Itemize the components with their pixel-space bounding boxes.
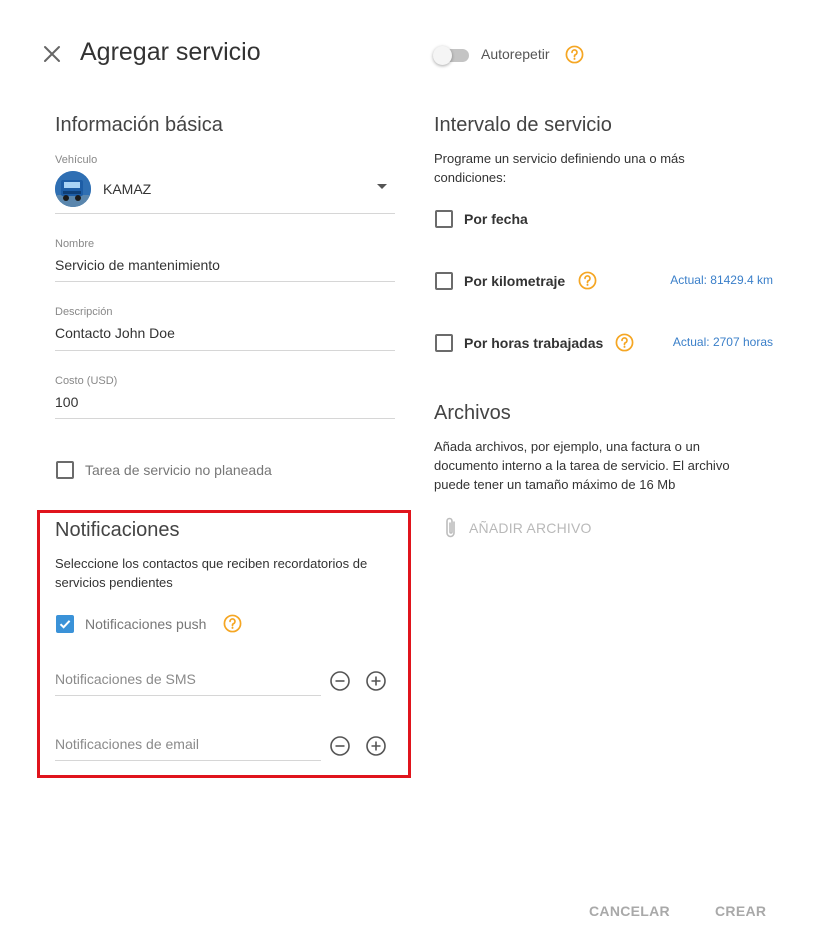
plus-circle-icon xyxy=(366,736,386,756)
files-description: Añada archivos, por ejemplo, una factura… xyxy=(434,439,730,492)
by-date-label: Por fecha xyxy=(464,211,528,227)
minus-circle-icon xyxy=(330,671,350,691)
unplanned-checkbox[interactable] xyxy=(56,461,74,479)
help-icon xyxy=(565,45,584,64)
name-field[interactable]: Servicio de mantenimiento xyxy=(55,257,395,277)
by-mileage-label: Por kilometraje xyxy=(464,273,566,289)
hours-actual: Actual: 2707 horas xyxy=(672,335,773,349)
paperclip-icon xyxy=(446,517,455,538)
add-file-label: AÑADIR ARCHIVO xyxy=(469,520,592,536)
cost-underline xyxy=(55,418,395,419)
mileage-actual: Actual: 81429.4 km xyxy=(670,273,773,287)
email-add-button[interactable] xyxy=(365,735,387,757)
by-mileage-checkbox[interactable] xyxy=(435,272,453,290)
plus-circle-icon xyxy=(366,671,386,691)
description-label: Descripción xyxy=(55,306,113,318)
name-underline xyxy=(55,281,395,282)
cost-field[interactable]: 100 xyxy=(55,394,395,414)
vehicle-underline xyxy=(55,213,395,214)
page-title: Agregar servicio xyxy=(80,38,261,66)
autorepeat-label: Autorepetir xyxy=(481,46,550,62)
sms-input[interactable]: Notificaciones de SMS xyxy=(55,671,321,693)
vehicle-avatar xyxy=(55,171,91,207)
push-label: Notificaciones push xyxy=(85,616,207,632)
truck-icon xyxy=(55,171,91,207)
by-hours-checkbox[interactable] xyxy=(435,334,453,352)
push-checkbox[interactable] xyxy=(56,615,74,633)
add-file-button[interactable]: AÑADIR ARCHIVO xyxy=(443,515,593,541)
minus-circle-icon xyxy=(330,736,350,756)
sms-underline xyxy=(55,695,321,696)
service-interval-description: Programe un servicio definiendo una o má… xyxy=(434,151,685,185)
notifications-heading: Notificaciones xyxy=(55,519,180,541)
help-icon xyxy=(578,271,597,290)
basic-info-heading: Información básica xyxy=(55,114,223,136)
email-underline xyxy=(55,760,321,761)
unplanned-label: Tarea de servicio no planeada xyxy=(85,462,272,478)
files-heading: Archivos xyxy=(434,402,511,424)
sms-remove-button[interactable] xyxy=(329,670,351,692)
service-interval-heading: Intervalo de servicio xyxy=(434,114,612,136)
create-button[interactable]: CREAR xyxy=(715,903,766,919)
push-help[interactable] xyxy=(223,614,242,638)
help-icon xyxy=(223,614,242,633)
sms-add-button[interactable] xyxy=(365,670,387,692)
vehicle-value: KAMAZ xyxy=(103,181,152,197)
autorepeat-toggle[interactable] xyxy=(433,46,469,65)
cancel-button[interactable]: CANCELAR xyxy=(589,903,670,919)
by-date-checkbox[interactable] xyxy=(435,210,453,228)
email-remove-button[interactable] xyxy=(329,735,351,757)
check-icon xyxy=(59,620,71,629)
cost-label: Costo (USD) xyxy=(55,375,118,387)
name-label: Nombre xyxy=(55,238,95,250)
close-icon xyxy=(44,46,60,62)
notifications-description: Seleccione los contactos que reciben rec… xyxy=(55,556,368,590)
description-field[interactable]: Contacto John Doe xyxy=(55,325,395,345)
mileage-help[interactable] xyxy=(578,271,597,295)
caret-down-icon xyxy=(377,184,387,189)
vehicle-dropdown[interactable] xyxy=(376,178,388,189)
close-button[interactable] xyxy=(40,42,64,66)
autorepeat-help[interactable] xyxy=(565,45,584,69)
hours-help[interactable] xyxy=(615,333,634,357)
description-underline xyxy=(55,350,395,351)
help-icon xyxy=(615,333,634,352)
email-input[interactable]: Notificaciones de email xyxy=(55,736,321,758)
by-hours-label: Por horas trabajadas xyxy=(464,335,604,351)
vehicle-label: Vehículo xyxy=(55,154,98,166)
